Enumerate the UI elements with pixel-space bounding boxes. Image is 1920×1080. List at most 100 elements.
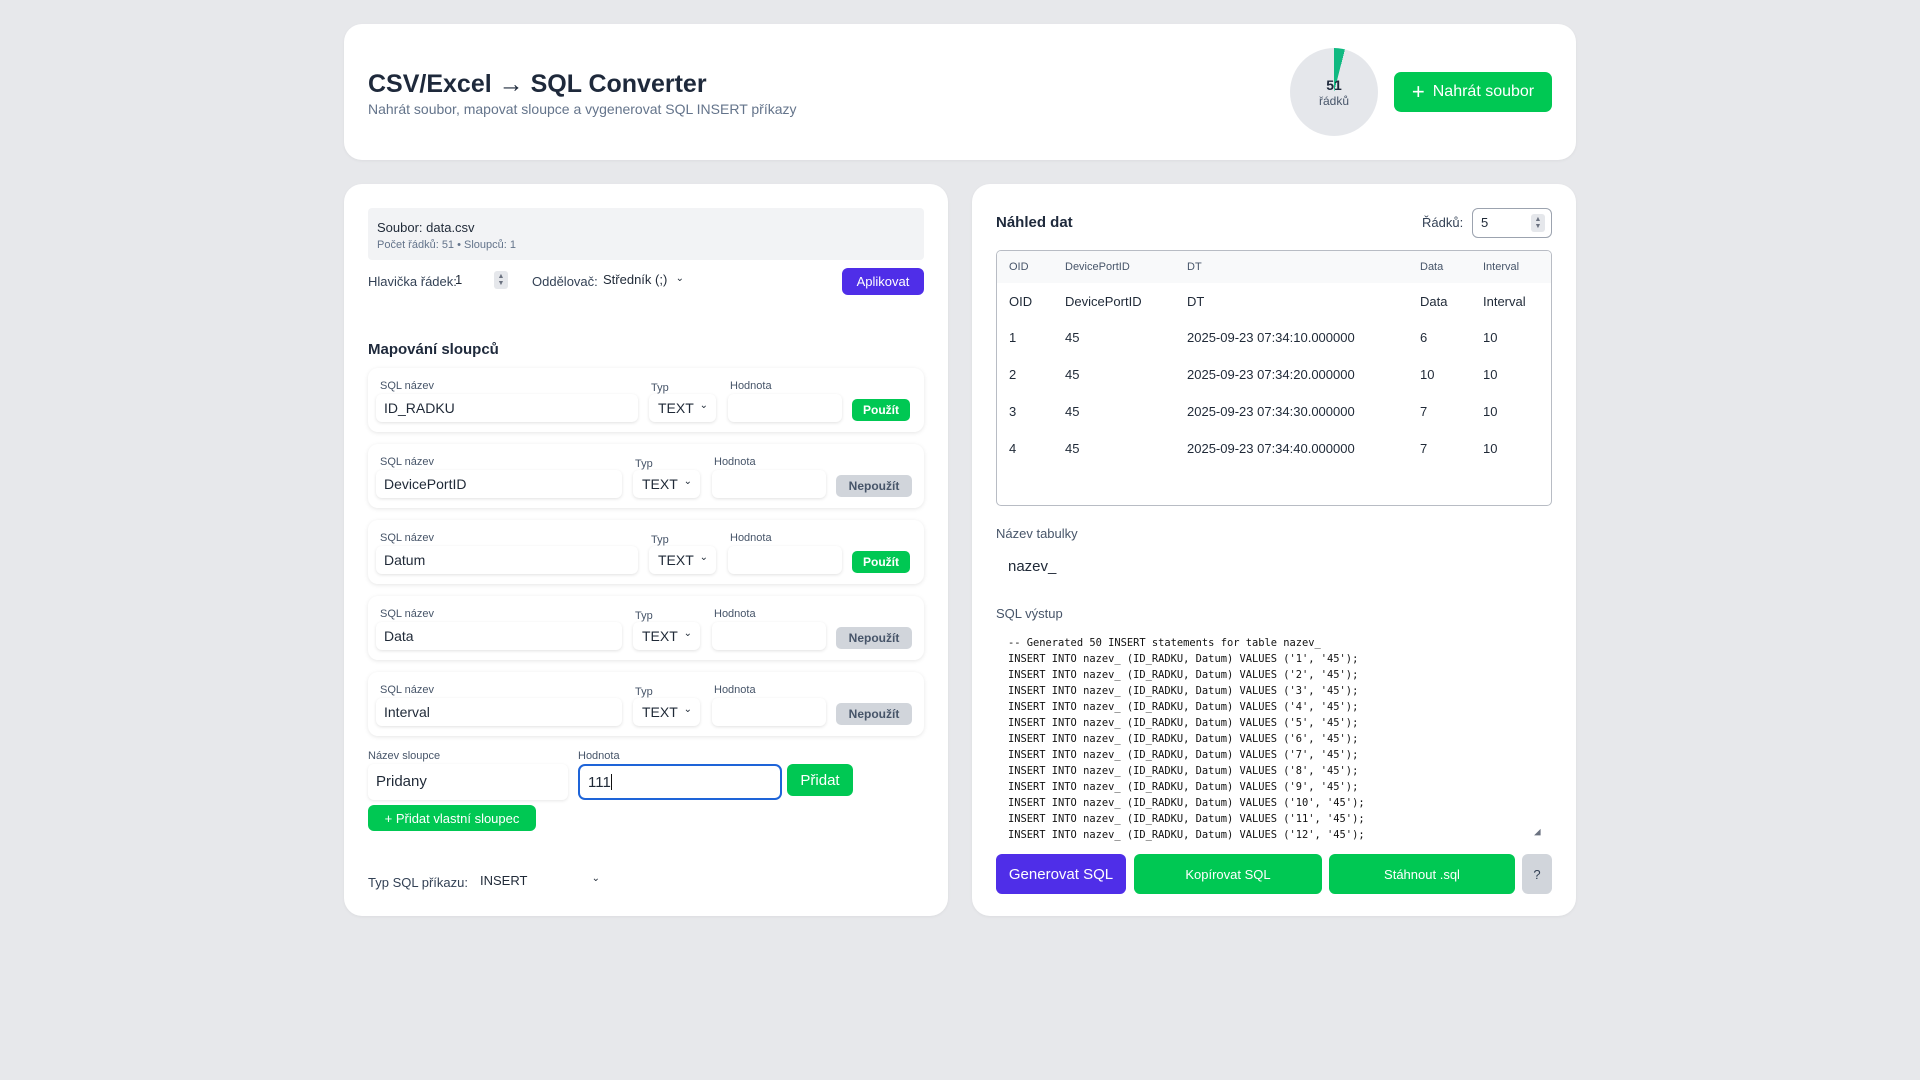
- type-caption: Typ: [651, 534, 669, 546]
- type-select[interactable]: TEXT ⌄: [633, 698, 700, 726]
- sql-name-caption: SQL název: [380, 608, 435, 620]
- mapping-row: SQL název Interval Typ TEXT ⌄ Hodnota Nep…: [368, 672, 924, 736]
- column-header: OID: [997, 251, 1053, 283]
- new-column-value-input[interactable]: 111: [578, 764, 782, 800]
- sql-line: INSERT INTO nazev_ (ID_RADKU, Datum) VAL…: [1008, 781, 1359, 793]
- sql-name-caption: SQL název: [380, 456, 435, 468]
- table-cell: 10: [1483, 404, 1498, 419]
- generate-sql-button[interactable]: Generovat SQL: [996, 854, 1126, 894]
- delimiter-label: Oddělovač:: [532, 274, 598, 289]
- new-column-value-text: 111: [588, 774, 611, 791]
- file-name: Soubor: data.csv: [377, 220, 475, 235]
- sql-line: INSERT INTO nazev_ (ID_RADKU, Datum) VAL…: [1008, 669, 1359, 681]
- sql-line: INSERT INTO nazev_ (ID_RADKU, Datum) VAL…: [1008, 701, 1359, 713]
- delimiter-select[interactable]: Středník (;) ⌄: [596, 268, 686, 292]
- mapping-row: SQL název Datum Typ TEXT ⌄ Hodnota Použít: [368, 520, 924, 584]
- add-custom-column-button[interactable]: + Přidat vlastní sloupec: [368, 805, 536, 831]
- help-button[interactable]: ?: [1522, 854, 1552, 894]
- resize-grip-icon[interactable]: ◢: [1534, 826, 1546, 838]
- sql-name-input[interactable]: Interval: [376, 698, 622, 726]
- chevron-down-icon: ⌄: [683, 628, 692, 639]
- header-row-value: 1: [455, 272, 463, 287]
- add-column-button[interactable]: Přidat: [787, 764, 853, 796]
- sql-output-textarea[interactable]: -- Generated 50 INSERT statements for ta…: [996, 630, 1552, 844]
- file-meta: Počet řádků: 51 • Sloupců: 1: [377, 239, 516, 251]
- table-cell: 2: [1009, 367, 1017, 382]
- chevron-down-icon: ⌄: [699, 400, 708, 411]
- unuse-button[interactable]: Nepoužít: [836, 703, 912, 725]
- preview-panel: Náhled dat Řádků: 5 ▲ ▼ OID DevicePortID …: [972, 184, 1576, 916]
- sql-line: INSERT INTO nazev_ (ID_RADKU, Datum) VAL…: [1008, 765, 1359, 777]
- table-cell: 2025-09-23 07:34:30.000000: [1187, 404, 1355, 419]
- table-header-row: OID DevicePortID DT Data Interval: [997, 251, 1551, 283]
- spinner-icon[interactable]: ▲ ▼: [494, 271, 508, 289]
- column-header: DT: [1175, 251, 1408, 283]
- table-row: 2 45 2025-09-23 07:34:20.000000 10 10: [997, 356, 1551, 393]
- table-row: 3 45 2025-09-23 07:34:30.000000 7 10: [997, 393, 1551, 430]
- header-row-input[interactable]: 1 ▲ ▼: [448, 268, 512, 292]
- type-select[interactable]: TEXT ⌄: [633, 622, 700, 650]
- type-select[interactable]: TEXT ⌄: [633, 470, 700, 498]
- sql-name-input[interactable]: Datum: [376, 546, 638, 574]
- sql-name-input[interactable]: DevicePortID: [376, 470, 622, 498]
- type-caption: Typ: [651, 382, 669, 394]
- table-cell: 10: [1420, 367, 1435, 382]
- sql-line: INSERT INTO nazev_ (ID_RADKU, Datum) VAL…: [1008, 829, 1365, 841]
- table-cell: Data: [1420, 293, 1448, 309]
- table-cell: 10: [1483, 367, 1498, 382]
- preview-rows-input[interactable]: 5 ▲ ▼: [1472, 208, 1552, 238]
- mapping-row: SQL název Data Typ TEXT ⌄ Hodnota Nepouží…: [368, 596, 924, 660]
- table-cell: 3: [1009, 404, 1017, 419]
- type-caption: Typ: [635, 686, 653, 698]
- mapping-row: SQL název ID_RADKU Typ TEXT ⌄ Hodnota Pou…: [368, 368, 924, 432]
- type-select[interactable]: TEXT ⌄: [649, 546, 716, 574]
- sql-line: INSERT INTO nazev_ (ID_RADKU, Datum) VAL…: [1008, 717, 1359, 729]
- value-input[interactable]: [712, 698, 826, 726]
- spinner-icon[interactable]: ▲ ▼: [1531, 214, 1545, 232]
- sql-type-label: Typ SQL příkazu:: [368, 875, 468, 890]
- sql-output-label: SQL výstup: [996, 606, 1063, 621]
- chevron-down-icon: ⌄: [699, 552, 708, 563]
- download-sql-button[interactable]: Stáhnout .sql: [1329, 854, 1515, 894]
- value-input[interactable]: [712, 470, 826, 498]
- table-name-input[interactable]: nazev_: [996, 550, 1552, 584]
- use-button[interactable]: Použít: [852, 399, 910, 421]
- apply-button[interactable]: Aplikovat: [842, 268, 924, 295]
- value-input[interactable]: [712, 622, 826, 650]
- value-caption: Hodnota: [714, 608, 756, 620]
- table-cell: DT: [1187, 293, 1205, 309]
- upload-file-label: Nahrát soubor: [1432, 83, 1535, 100]
- table-cell: 1: [1009, 330, 1017, 345]
- type-select[interactable]: TEXT ⌄: [649, 394, 716, 422]
- table-cell: 2025-09-23 07:34:20.000000: [1187, 367, 1355, 382]
- chevron-down-icon: ⌄: [675, 273, 684, 284]
- preview-rows-label: Řádků:: [1422, 215, 1464, 230]
- sql-name-input[interactable]: Data: [376, 622, 622, 650]
- table-cell: 2025-09-23 07:34:10.000000: [1187, 330, 1355, 345]
- table-cell: 4: [1009, 441, 1017, 456]
- table-cell: OID: [1009, 293, 1033, 309]
- unuse-button[interactable]: Nepoužít: [836, 627, 912, 649]
- upload-file-button[interactable]: + Nahrát soubor: [1394, 72, 1552, 112]
- table-cell: 45: [1065, 330, 1080, 345]
- table-row: 1 45 2025-09-23 07:34:10.000000 6 10: [997, 319, 1551, 356]
- sql-name-input[interactable]: ID_RADKU: [376, 394, 638, 422]
- column-header: DevicePortID: [1053, 251, 1175, 283]
- app-title: CSV/Excel → SQL Converter: [368, 70, 707, 98]
- type-value: TEXT: [642, 628, 678, 644]
- text-caret: [610, 774, 612, 790]
- unuse-button[interactable]: Nepoužít: [836, 475, 912, 497]
- chevron-down-icon: ⌄: [683, 704, 692, 715]
- new-column-value-label: Hodnota: [578, 750, 620, 762]
- header-row-label: Hlavička řádek:: [368, 274, 457, 289]
- copy-sql-button[interactable]: Kopírovat SQL: [1134, 854, 1322, 894]
- table-cell: 45: [1065, 441, 1080, 456]
- new-column-name-input[interactable]: Pridany: [368, 764, 568, 800]
- sql-line: INSERT INTO nazev_ (ID_RADKU, Datum) VAL…: [1008, 653, 1359, 665]
- value-input[interactable]: [728, 546, 842, 574]
- value-input[interactable]: [728, 394, 842, 422]
- use-button[interactable]: Použít: [852, 551, 910, 573]
- sql-type-select[interactable]: INSERT ⌄: [474, 868, 604, 894]
- preview-title: Náhled dat: [996, 214, 1073, 231]
- delimiter-value: Středník (;): [603, 272, 668, 287]
